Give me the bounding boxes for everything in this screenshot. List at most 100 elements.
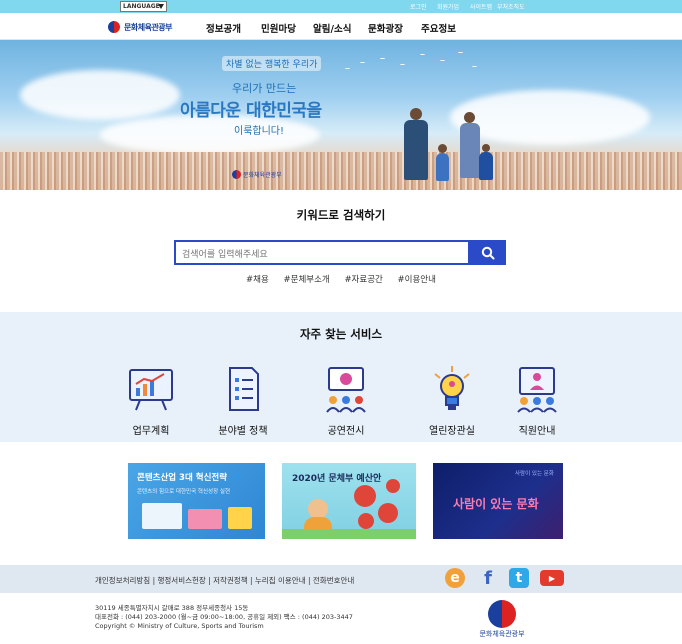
bird bbox=[345, 68, 350, 70]
taegeuk-emblem-icon bbox=[232, 170, 241, 179]
search-input[interactable] bbox=[176, 244, 468, 266]
footer-link-service-charter[interactable]: 행정서비스헌장 bbox=[158, 576, 206, 585]
child-figure bbox=[479, 152, 493, 180]
language-label: LANGUAGE bbox=[123, 3, 160, 10]
ground bbox=[282, 529, 416, 539]
cloud bbox=[450, 90, 650, 145]
service-open-minister[interactable]: 열린장관실 bbox=[412, 364, 492, 437]
person-head bbox=[464, 112, 475, 123]
footer-link-usage-guide[interactable]: 누리집 이용안내 bbox=[255, 576, 306, 585]
hero-logo-text: 문화체육관광부 bbox=[243, 172, 282, 179]
footer-contact: 대표전화 : (044) 203-2000 (월~금 09:00~18:00, … bbox=[95, 613, 353, 621]
blog-icon[interactable]: e bbox=[445, 568, 465, 588]
hero-headline: 아름다운 대한민국을 bbox=[180, 101, 322, 121]
mother-figure bbox=[460, 123, 480, 178]
tag-recruit[interactable]: #채용 bbox=[246, 275, 269, 285]
illustration-panel bbox=[228, 507, 252, 529]
chart-board-icon bbox=[129, 369, 173, 411]
site-logo[interactable]: 문화체육관광부 bbox=[107, 18, 173, 36]
service-sector-policy[interactable]: 분야별 정책 bbox=[203, 364, 283, 437]
footer-link-copyright-policy[interactable]: 저작권정책 bbox=[213, 576, 248, 585]
sitemap-link[interactable]: 사이트맵 bbox=[470, 2, 492, 11]
banner-budget-2020[interactable]: 2020년 문체부 예산안 bbox=[282, 463, 416, 539]
hero-logo: 문화체육관광부 bbox=[232, 170, 282, 179]
service-staff-directory[interactable]: 직원안내 bbox=[497, 364, 577, 437]
footer-link-privacy[interactable]: 개인정보처리방침 bbox=[95, 576, 150, 585]
language-select[interactable]: LANGUAGE bbox=[120, 1, 167, 12]
banner-content-industry[interactable]: 콘텐츠산업 3대 혁신전략 콘텐츠의 힘으로 대한민국 혁신성장 실현 bbox=[128, 463, 265, 539]
service-work-plan[interactable]: 업무계획 bbox=[111, 364, 191, 437]
org-chart-link[interactable]: 부처조직도 bbox=[497, 2, 525, 11]
person-head bbox=[482, 144, 490, 152]
hero-subtitle: 우리가 만드는 bbox=[232, 82, 297, 95]
nav-item-culture-plaza[interactable]: 문화광장 bbox=[368, 21, 403, 35]
person-head bbox=[438, 144, 447, 153]
child-figure bbox=[436, 153, 449, 181]
illustration-panel bbox=[188, 509, 222, 529]
login-link[interactable]: 로그인 bbox=[410, 2, 427, 11]
footer-links-bar: 개인정보처리방침 | 행정서비스헌장 | 저작권정책 | 누리집 이용안내 | … bbox=[0, 565, 682, 593]
reed-field bbox=[0, 152, 682, 190]
top-utility-bar: LANGUAGE 로그인 회원가입 사이트맵 부처조직도 bbox=[0, 0, 682, 13]
youtube-icon[interactable]: ▶ bbox=[540, 570, 564, 586]
tag-data-room[interactable]: #자료공간 bbox=[344, 275, 382, 285]
footer-address: 30119 세종특별자치시 갈매로 388 정부세종청사 15동 bbox=[95, 604, 249, 612]
footer-copyright: Copyright © Ministry of Culture, Sports … bbox=[95, 622, 264, 630]
service-label: 분야별 정책 bbox=[218, 426, 268, 437]
service-label: 열린장관실 bbox=[429, 426, 475, 437]
logo-text: 문화체육관광부 bbox=[124, 22, 173, 32]
nav-item-main-info[interactable]: 주요정보 bbox=[421, 21, 456, 35]
tag-usage-guide[interactable]: #이용안내 bbox=[398, 275, 436, 285]
footer-info: 30119 세종특별자치시 갈매로 388 정부세종청사 15동 대표전화 : … bbox=[95, 604, 353, 631]
service-label: 업무계획 bbox=[132, 426, 170, 437]
signup-link[interactable]: 회원가입 bbox=[437, 2, 459, 11]
bird bbox=[458, 52, 463, 54]
father-figure bbox=[404, 120, 428, 180]
banner-subtitle: 사람이 있는 문화 bbox=[515, 471, 554, 477]
footer-logo-text: 문화체육관광부 bbox=[479, 630, 525, 638]
bird bbox=[360, 62, 365, 64]
checklist-icon bbox=[229, 367, 259, 411]
bird bbox=[472, 66, 477, 68]
performance-icon bbox=[326, 367, 366, 413]
nav-item-civil-service[interactable]: 민원마당 bbox=[261, 21, 296, 35]
keyword-tags: #채용 #문체부소개 #자료공간 #이용안내 bbox=[0, 273, 682, 285]
chevron-down-icon bbox=[158, 4, 164, 9]
taegeuk-emblem-icon bbox=[488, 600, 516, 628]
search-section-title: 키워드로 검색하기 bbox=[296, 208, 386, 222]
staff-icon bbox=[517, 367, 557, 413]
red-circle bbox=[354, 485, 376, 507]
red-circle bbox=[386, 479, 400, 493]
hero-banner[interactable]: 차별 없는 행복한 우리가 우리가 만드는 아름다운 대한민국을 이룩합니다! … bbox=[0, 40, 682, 190]
red-circle bbox=[378, 503, 398, 523]
person-illustration bbox=[308, 499, 328, 519]
footer-link-phone-directory[interactable]: 전화번호안내 bbox=[313, 576, 354, 585]
search-box bbox=[174, 240, 470, 266]
hero-closing: 이룩합니다! bbox=[234, 126, 285, 137]
person-head bbox=[410, 108, 422, 120]
footer-logo: 문화체육관광부 bbox=[466, 600, 538, 639]
nav-item-info-disclosure[interactable]: 정보공개 bbox=[206, 21, 241, 35]
services-title: 자주 찾는 서비스 bbox=[299, 327, 383, 341]
banner-title: 콘텐츠산업 3대 혁신전략 bbox=[137, 473, 228, 483]
red-circle bbox=[358, 513, 374, 529]
cloud bbox=[20, 70, 180, 120]
search-button[interactable] bbox=[470, 240, 506, 265]
tag-ministry-intro[interactable]: #문체부소개 bbox=[284, 275, 330, 285]
illustration-monitor bbox=[142, 503, 182, 529]
service-label: 공연전시 bbox=[327, 426, 365, 437]
bird bbox=[400, 64, 405, 66]
bird bbox=[380, 58, 385, 60]
twitter-icon[interactable]: t bbox=[509, 568, 529, 588]
footer-links: 개인정보처리방침 | 행정서비스헌장 | 저작권정책 | 누리집 이용안내 | … bbox=[95, 576, 355, 585]
service-label: 직원안내 bbox=[518, 426, 556, 437]
nav-item-news[interactable]: 알림/소식 bbox=[313, 21, 351, 35]
facebook-icon[interactable]: f bbox=[478, 568, 498, 589]
main-header: 문화체육관광부 정보공개 민원마당 알림/소식 문화광장 주요정보 bbox=[0, 13, 682, 40]
search-icon bbox=[481, 246, 495, 259]
cloud bbox=[100, 115, 320, 155]
service-performance-exhibition[interactable]: 공연전시 bbox=[306, 364, 386, 437]
banner-subtitle: 콘텐츠의 힘으로 대한민국 혁신성장 실현 bbox=[137, 489, 231, 495]
banner-title: 2020년 문체부 예산안 bbox=[292, 474, 382, 484]
banner-culture-with-people[interactable]: 사람이 있는 문화 사람이 있는 문화 bbox=[433, 463, 563, 539]
